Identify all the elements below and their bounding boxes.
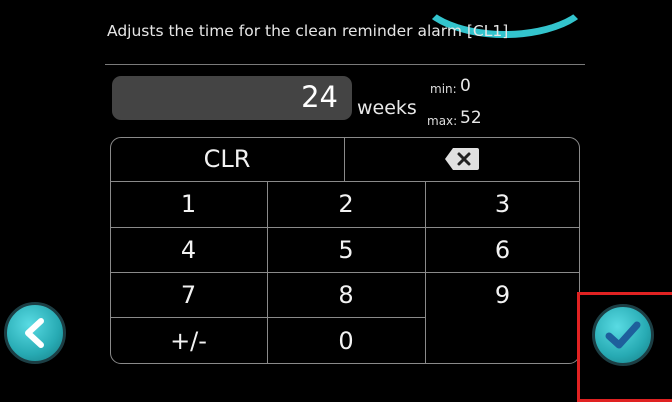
min-value: 0: [460, 76, 471, 96]
min-label: min:: [430, 82, 457, 96]
back-button[interactable]: [4, 302, 66, 364]
clear-key[interactable]: CLR: [110, 137, 344, 181]
setting-description: Adjusts the time for the clean reminder …: [107, 22, 509, 40]
value-field[interactable]: 24: [112, 76, 352, 120]
selection-highlight: [577, 292, 672, 402]
backspace-icon: [445, 148, 479, 170]
key-9[interactable]: 9: [425, 272, 580, 317]
key-1[interactable]: 1: [110, 181, 267, 227]
key-8[interactable]: 8: [267, 272, 425, 317]
key-3[interactable]: 3: [425, 181, 580, 227]
numeric-keypad: CLR 1 2 3 4 5 6 7 8 9 +/- 0: [110, 137, 580, 364]
key-4[interactable]: 4: [110, 227, 267, 272]
key-0[interactable]: 0: [267, 317, 425, 364]
chevron-left-icon: [25, 318, 44, 348]
max-value: 52: [460, 108, 482, 128]
divider: [105, 64, 585, 65]
key-6[interactable]: 6: [425, 227, 580, 272]
key-7[interactable]: 7: [110, 272, 267, 317]
value-text: 24: [301, 80, 338, 114]
sign-key[interactable]: +/-: [110, 317, 267, 364]
max-label: max:: [427, 114, 458, 128]
key-2[interactable]: 2: [267, 181, 425, 227]
key-5[interactable]: 5: [267, 227, 425, 272]
unit-label: weeks: [357, 97, 417, 119]
backspace-key[interactable]: [344, 137, 580, 181]
